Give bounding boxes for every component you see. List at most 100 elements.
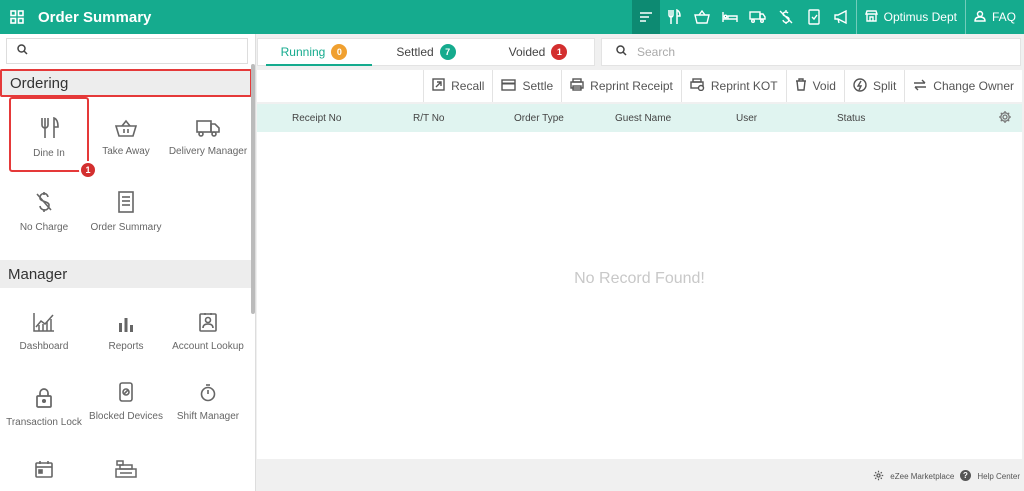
tool-label: Void	[812, 79, 836, 93]
reprint-receipt-button[interactable]: Reprint Receipt	[561, 70, 681, 102]
fork-knife-icon	[39, 109, 59, 139]
no-charge-icon	[35, 183, 53, 213]
tile-label: Dine In	[33, 148, 65, 159]
split-icon	[853, 77, 867, 95]
app-grid-icon[interactable]	[0, 0, 34, 34]
tile-dashboard[interactable]: Dashboard	[3, 292, 85, 366]
tile-label: Delivery Manager	[168, 146, 248, 157]
tile-label: Dashboard	[19, 341, 69, 352]
tile-label: Order Summary	[90, 222, 162, 233]
bed-icon[interactable]	[716, 0, 744, 34]
table-header: Receipt No R/T No Order Type Guest Name …	[257, 104, 1022, 132]
column-header[interactable]: Status	[837, 113, 865, 124]
order-search-input[interactable]: Search	[601, 38, 1021, 66]
column-header[interactable]: Receipt No	[292, 113, 341, 124]
stopwatch-icon	[200, 372, 216, 402]
calendar-icon[interactable]	[35, 460, 53, 483]
basket-icon	[115, 107, 137, 137]
basket-icon[interactable]	[688, 0, 716, 34]
order-summary-menu-icon[interactable]	[631, 0, 660, 34]
tile-delivery-manager[interactable]: Delivery Manager	[167, 97, 249, 171]
tablet-icon[interactable]	[800, 0, 828, 34]
trash-icon	[795, 78, 807, 94]
tile-label: Account Lookup	[172, 341, 244, 352]
tile-account-lookup[interactable]: Account Lookup	[167, 292, 249, 366]
tab-running[interactable]: Running 0	[258, 39, 372, 66]
lock-icon	[36, 378, 52, 408]
change-owner-button[interactable]: Change Owner	[904, 70, 1022, 102]
tab-label: Running	[280, 45, 326, 59]
search-icon	[616, 45, 627, 59]
tool-label: Split	[872, 79, 897, 93]
tile-label: Blocked Devices	[89, 411, 163, 422]
fork-knife-icon[interactable]	[660, 0, 688, 34]
column-header[interactable]: R/T No	[413, 113, 445, 124]
tile-no-charge[interactable]: No Charge	[3, 173, 85, 247]
recall-button[interactable]: Recall	[423, 70, 492, 102]
tile-label: No Charge	[19, 222, 69, 233]
chart-icon	[33, 302, 55, 332]
department-selector[interactable]: Optimus Dept	[855, 0, 965, 34]
tile-label: Shift Manager	[176, 411, 240, 422]
tile-take-away[interactable]: Take Away	[85, 97, 167, 171]
search-icon	[17, 42, 28, 60]
store-icon	[864, 9, 878, 25]
user-icon	[974, 10, 986, 25]
split-button[interactable]: Split	[843, 70, 904, 102]
tab-label: Settled	[396, 45, 434, 59]
section-ordering: Ordering	[0, 69, 252, 97]
sidebar-scrollbar[interactable]	[251, 64, 255, 314]
megaphone-icon[interactable]	[828, 0, 856, 34]
no-charge-icon[interactable]	[772, 0, 800, 34]
tile-order-summary[interactable]: Order Summary	[85, 173, 167, 247]
faq-button[interactable]: FAQ	[964, 0, 1024, 34]
printer-kot-icon	[690, 78, 705, 94]
tab-settled[interactable]: Settled 7	[370, 39, 482, 65]
empty-state-message: No Record Found!	[574, 270, 705, 287]
sidebar-search-input[interactable]	[6, 38, 248, 64]
footer: eZee Marketplace ? Help Center	[873, 470, 1020, 483]
order-status-tabs: Running 0 Settled 7 Voided 1	[257, 38, 595, 66]
tile-blocked-devices[interactable]: Blocked Devices	[85, 368, 167, 442]
sidebar: Ordering Dine In 1 Take Away Delivery Ma…	[0, 34, 256, 491]
reprint-kot-button[interactable]: Reprint KOT	[680, 70, 786, 102]
tool-label: Change Owner	[933, 79, 1014, 93]
cash-register-icon[interactable]	[115, 460, 137, 483]
marketplace-link[interactable]: eZee Marketplace	[890, 472, 954, 481]
column-header[interactable]: Order Type	[514, 113, 564, 124]
settle-button[interactable]: Settle	[492, 70, 561, 102]
orders-table: Receipt No R/T No Order Type Guest Name …	[257, 104, 1022, 459]
gear-icon[interactable]	[998, 110, 1012, 127]
tool-label: Settle	[522, 79, 554, 93]
svg-text:?: ?	[963, 471, 968, 480]
tile-transaction-lock[interactable]: Transaction Lock	[3, 368, 85, 442]
tool-label: Reprint KOT	[710, 79, 778, 93]
bar-chart-icon	[118, 302, 134, 332]
tab-voided[interactable]: Voided 1	[482, 39, 594, 65]
count-badge: 0	[331, 44, 348, 60]
tile-shift-manager[interactable]: Shift Manager	[167, 368, 249, 442]
tile-label: Take Away	[102, 146, 150, 157]
receipt-icon	[117, 183, 135, 213]
contact-card-icon	[199, 302, 217, 332]
help-center-link[interactable]: Help Center	[977, 472, 1020, 481]
tool-label: Recall	[451, 79, 485, 93]
recall-icon	[432, 78, 445, 94]
action-toolbar: Recall Settle Reprint Receipt Reprint KO…	[257, 70, 1022, 102]
truck-icon[interactable]	[744, 0, 772, 34]
section-manager: Manager	[0, 260, 252, 288]
count-badge: 1	[551, 44, 568, 60]
tile-reports[interactable]: Reports	[85, 292, 167, 366]
void-button[interactable]: Void	[785, 70, 844, 102]
printer-icon	[570, 78, 584, 94]
tile-label: Transaction Lock	[6, 417, 82, 428]
column-header[interactable]: User	[736, 113, 757, 124]
top-bar: Order Summary Optimus Dept FAQ	[0, 0, 1024, 34]
column-header[interactable]: Guest Name	[615, 113, 671, 124]
count-badge: 7	[439, 44, 456, 60]
department-label: Optimus Dept	[883, 10, 957, 24]
search-placeholder: Search	[637, 45, 676, 59]
gear-icon	[873, 470, 884, 483]
tile-dine-in[interactable]: Dine In	[9, 97, 89, 172]
faq-label: FAQ	[991, 10, 1016, 24]
